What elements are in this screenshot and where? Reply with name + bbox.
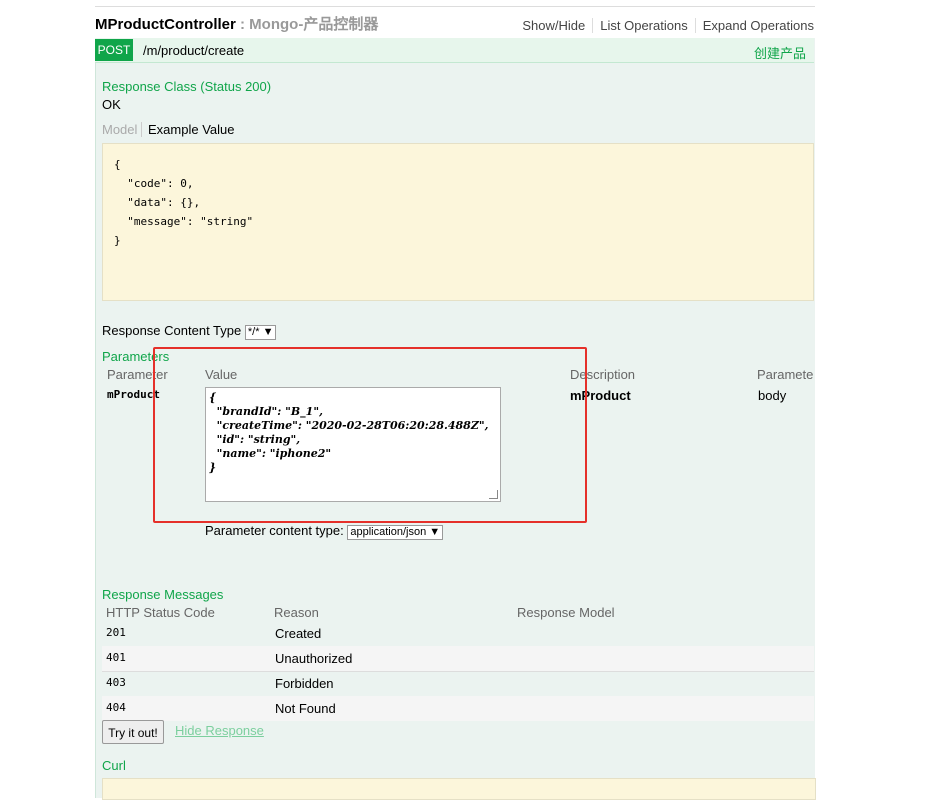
param-content-type-row: Parameter content type: application/json… (205, 523, 444, 540)
hide-response-link[interactable]: Hide Response (175, 723, 264, 738)
header-links: Show/Hide List Operations Expand Operati… (515, 18, 814, 33)
status-reason: Created (275, 626, 322, 641)
param-name: mProduct (107, 388, 160, 401)
model-tab[interactable]: Model (102, 122, 143, 137)
curl-box[interactable] (102, 778, 816, 800)
top-divider (95, 6, 815, 7)
dropdown-arrow-icon: ▼ (429, 526, 441, 538)
table-row: 403 Forbidden (102, 671, 814, 697)
resp-col-model: Response Model (517, 605, 615, 620)
controller-name[interactable]: MProductController (95, 16, 236, 33)
table-row: 401 Unauthorized (102, 646, 814, 672)
resp-col-code: HTTP Status Code (106, 605, 215, 620)
status-reason: Unauthorized (275, 651, 353, 666)
param-value-textarea[interactable]: { "brandId": "B_1", "createTime": "2020-… (205, 387, 501, 502)
param-col-type: Parameter (757, 367, 814, 382)
response-content-type-label: Response Content Type (102, 323, 242, 338)
param-content-type-label: Parameter content type: (205, 523, 344, 538)
response-class-value: OK (102, 97, 121, 112)
param-content-type-value: application/json (350, 526, 427, 538)
param-col-value: Value (205, 367, 238, 382)
http-method-badge[interactable]: POST (95, 39, 133, 61)
resize-handle-icon[interactable] (489, 490, 498, 499)
parameters-heading: Parameters (102, 349, 170, 364)
operation-summary[interactable]: 创建产品 (754, 43, 806, 62)
status-code: 201 (106, 626, 126, 639)
param-col-description: Description (570, 367, 636, 382)
response-content-type-value: */* (247, 326, 260, 338)
status-code: 404 (106, 701, 126, 714)
param-content-type-select[interactable]: application/json ▼ (347, 525, 444, 540)
response-class-heading: Response Class (Status 200) (102, 79, 272, 94)
operation-path[interactable]: /m/product/create (143, 43, 244, 58)
table-row: 201 Created (102, 621, 814, 647)
param-value-text: { "brandId": "B_1", "createTime": "2020-… (209, 391, 489, 474)
try-it-out-button[interactable]: Try it out! (102, 720, 164, 744)
param-type: body (758, 388, 787, 403)
list-operations-link[interactable]: List Operations (593, 18, 696, 33)
response-content-type-row: Response Content Type */* ▼ (102, 323, 277, 340)
status-code: 401 (106, 651, 126, 664)
controller-title[interactable]: MProductController : Mongo-产品控制器 (95, 13, 378, 34)
controller-subtitle: : Mongo-产品控制器 (235, 16, 379, 33)
status-reason: Not Found (275, 701, 336, 716)
expand-operations-link[interactable]: Expand Operations (696, 18, 814, 33)
status-reason: Forbidden (275, 676, 334, 691)
curl-heading: Curl (102, 758, 126, 773)
table-row: 404 Not Found (102, 696, 814, 721)
show-hide-link[interactable]: Show/Hide (515, 18, 594, 33)
param-col-parameter: Parameter (107, 367, 168, 382)
example-json: { "code": 0, "data": {}, "message": "str… (114, 158, 254, 247)
example-value-tab[interactable]: Example Value (148, 122, 234, 137)
example-json-box[interactable]: { "code": 0, "data": {}, "message": "str… (102, 143, 814, 301)
response-content-type-select[interactable]: */* ▼ (244, 325, 277, 340)
response-messages-heading: Response Messages (102, 587, 224, 602)
status-code: 403 (106, 676, 126, 689)
param-description: mProduct (570, 388, 631, 403)
resp-col-reason: Reason (274, 605, 319, 620)
dropdown-arrow-icon: ▼ (262, 326, 274, 338)
